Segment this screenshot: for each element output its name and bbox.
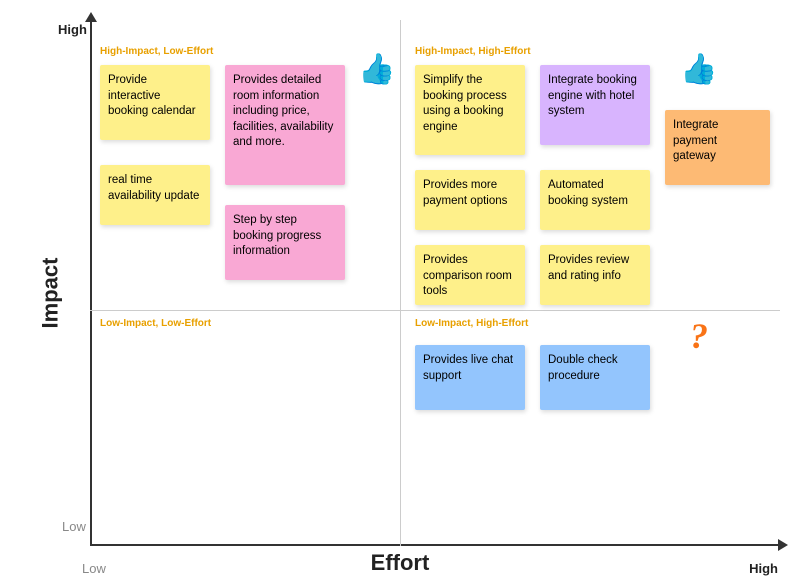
quadrant-high-low-label: High-Impact, Low-Effort xyxy=(100,46,213,57)
quadrant-low-high-label: Low-Impact, High-Effort xyxy=(415,318,528,329)
quadrant-low-low-label: Low-Impact, Low-Effort xyxy=(100,318,211,329)
x-low-label: Low xyxy=(82,561,106,576)
sticky-s9[interactable]: Provides comparison room tools xyxy=(415,245,525,305)
sticky-s5[interactable]: Simplify the booking process using a boo… xyxy=(415,65,525,155)
vertical-divider xyxy=(400,20,401,546)
icon-thumbs2: 👍 xyxy=(680,55,717,85)
y-axis-label: Impact xyxy=(37,258,63,329)
sticky-s8[interactable]: Automated booking system xyxy=(540,170,650,230)
quadrant-high-high-label: High-Impact, High-Effort xyxy=(415,46,531,57)
icon-question: ? xyxy=(690,318,708,354)
sticky-s7[interactable]: Provides more payment options xyxy=(415,170,525,230)
sticky-s3[interactable]: Provides detailed room information inclu… xyxy=(225,65,345,185)
impact-effort-matrix: Effort Impact High Low High Low High-Imp… xyxy=(0,0,800,586)
y-low-label: Low xyxy=(62,519,86,534)
sticky-s11[interactable]: Integrate payment gateway xyxy=(665,110,770,185)
sticky-s6[interactable]: Integrate booking engine with hotel syst… xyxy=(540,65,650,145)
x-high-label: High xyxy=(749,561,778,576)
y-axis xyxy=(90,20,92,546)
sticky-s12[interactable]: Provides live chat support xyxy=(415,345,525,410)
y-high-label: High xyxy=(58,22,87,37)
y-axis-arrow xyxy=(85,12,97,22)
sticky-s4[interactable]: Step by step booking progress informatio… xyxy=(225,205,345,280)
x-axis xyxy=(90,544,780,546)
sticky-s10[interactable]: Provides review and rating info xyxy=(540,245,650,305)
sticky-s13[interactable]: Double check procedure xyxy=(540,345,650,410)
x-axis-label: Effort xyxy=(371,550,430,576)
horizontal-divider xyxy=(90,310,780,311)
x-axis-arrow xyxy=(778,539,788,551)
icon-thumbs1: 👍 xyxy=(358,55,395,85)
sticky-s1[interactable]: Provide interactive booking calendar xyxy=(100,65,210,140)
sticky-s2[interactable]: real time availability update xyxy=(100,165,210,225)
